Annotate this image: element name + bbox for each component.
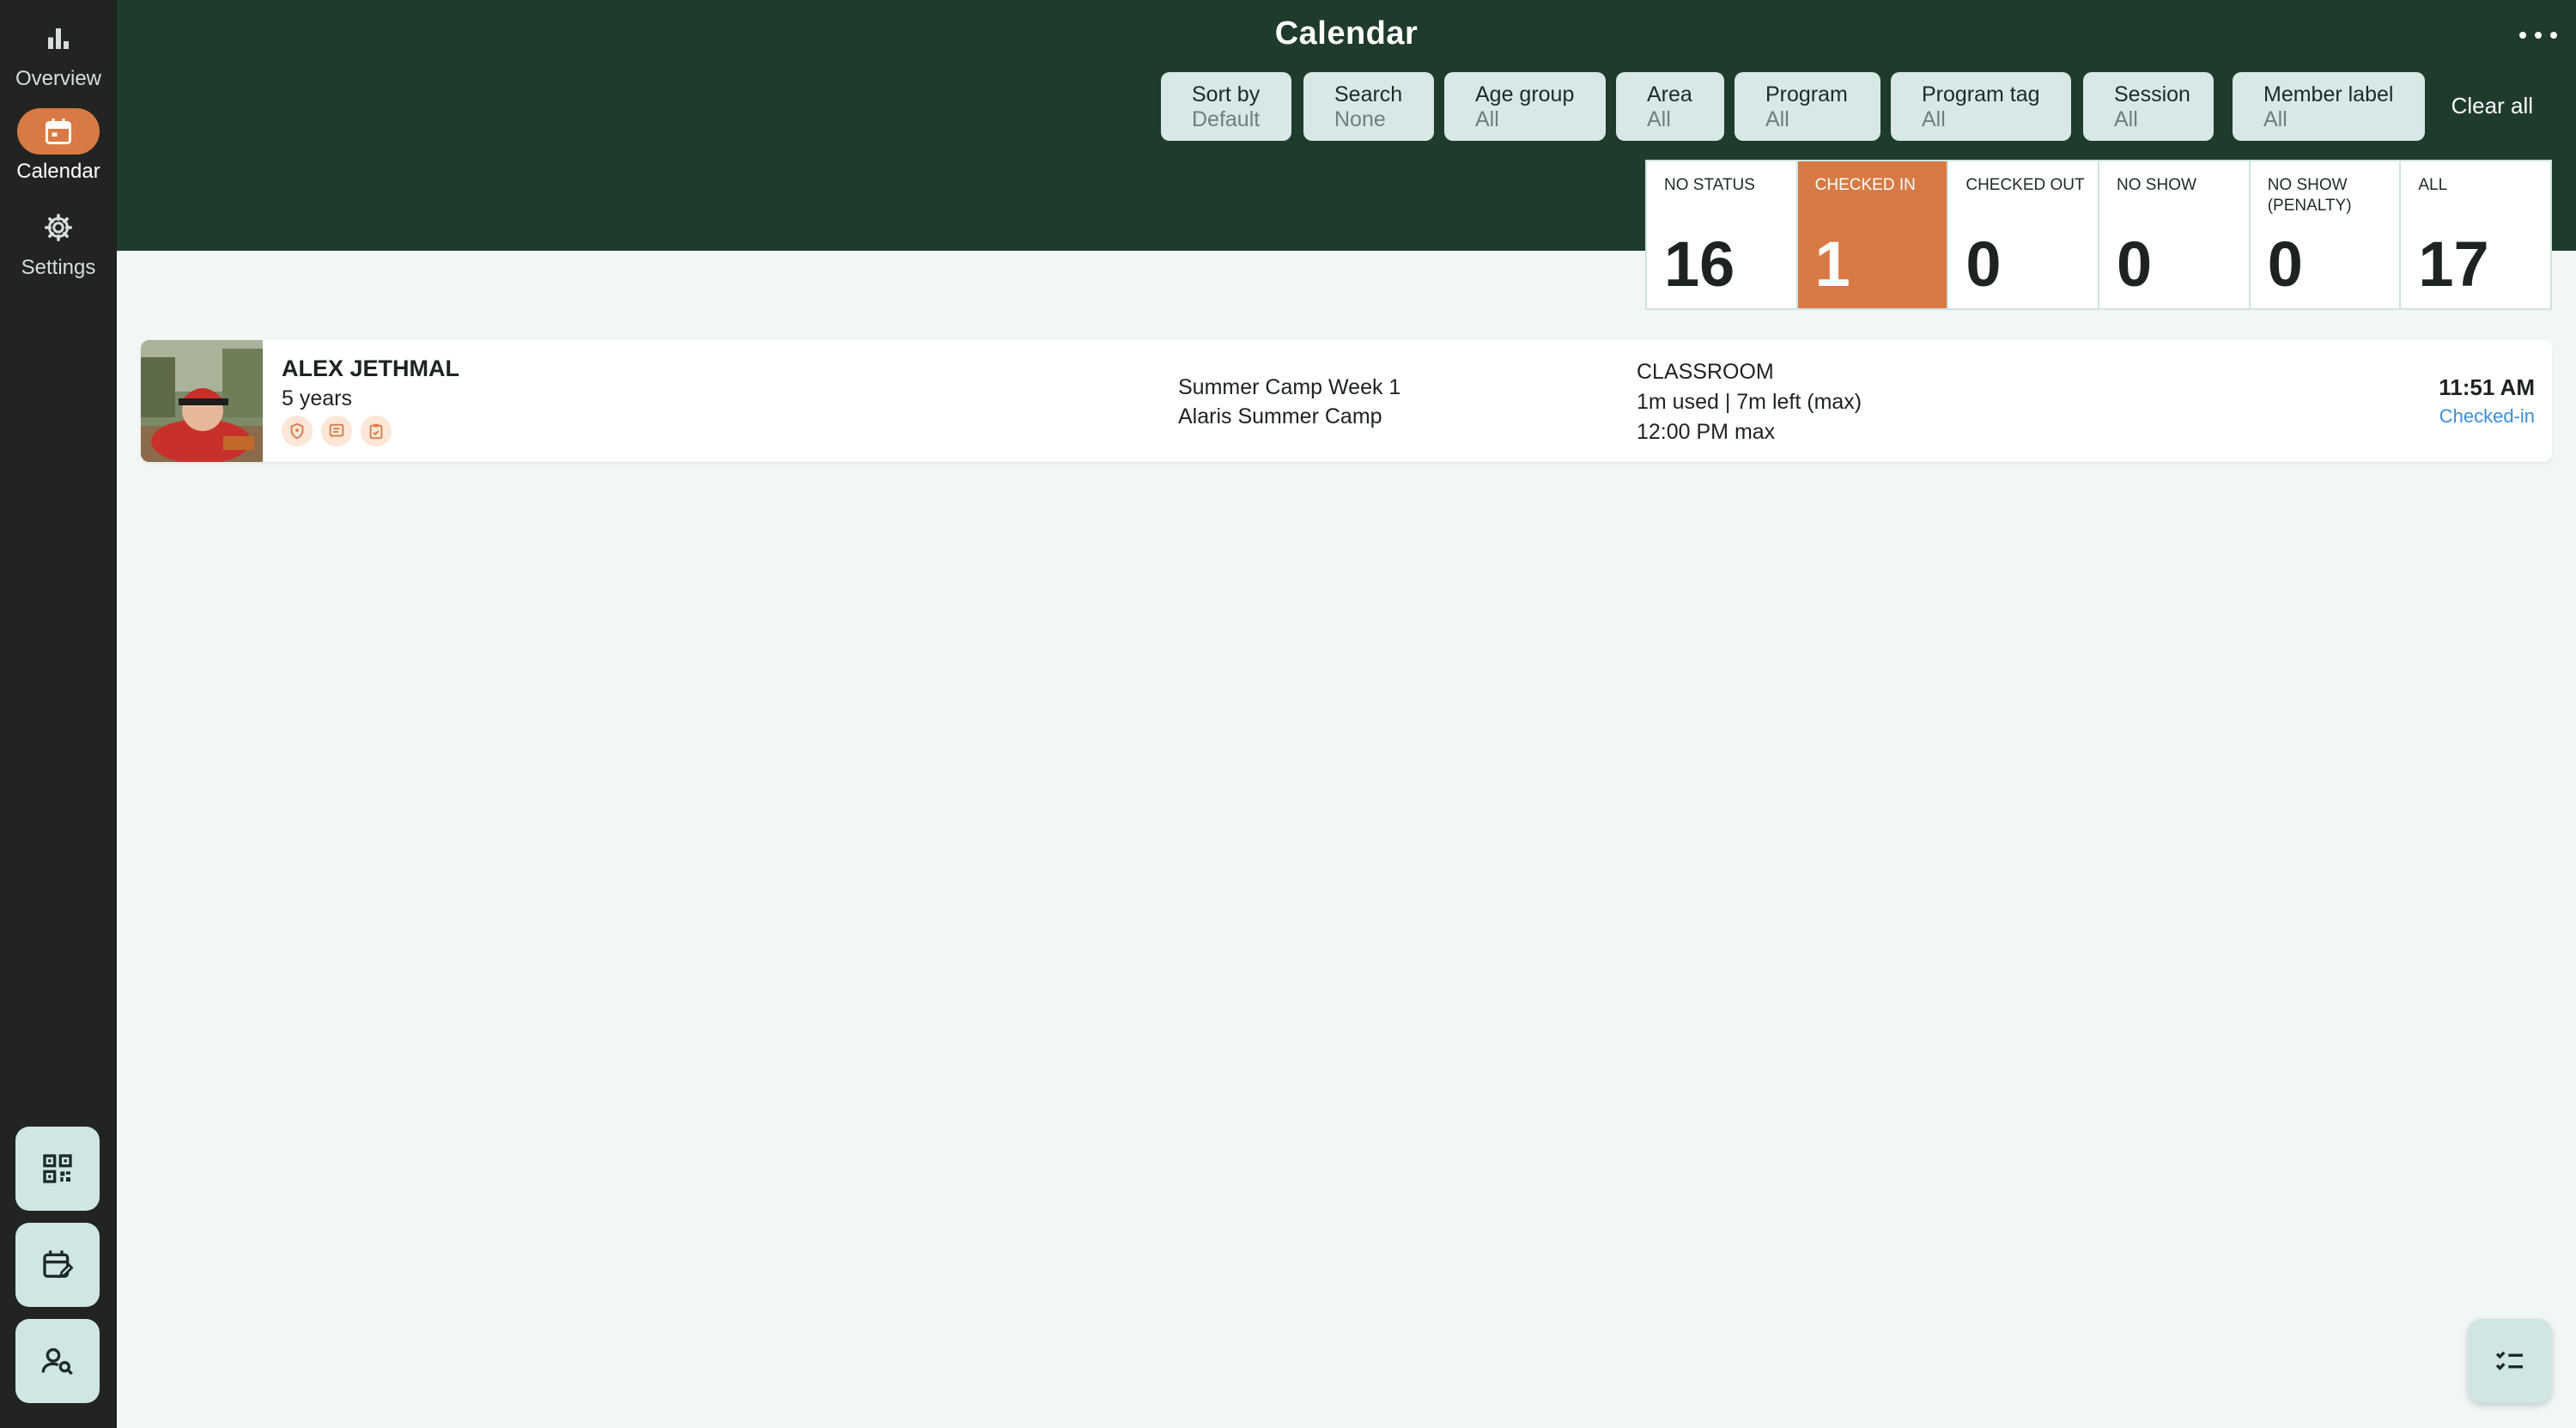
calendar-edit-icon: [43, 1250, 74, 1279]
tile-no-status[interactable]: NO STATUS 16: [1647, 161, 1798, 308]
filter-sort-by[interactable]: Sort by Default: [1161, 72, 1291, 141]
sidebar: Overview Calendar Settings: [0, 0, 117, 1428]
calendar-icon: [17, 108, 100, 155]
tile-checked-out[interactable]: CHECKED OUT 0: [1948, 161, 2100, 308]
list-item[interactable]: ALEX JETHMAL 5 years Summer Camp Week 1 …: [141, 340, 2552, 462]
avatar: [141, 340, 263, 462]
filter-member-label[interactable]: Member label All: [2233, 72, 2425, 141]
checkin-time: 11:51 AM: [2439, 374, 2535, 400]
gear-icon: [17, 204, 100, 251]
qr-scan-button[interactable]: [15, 1127, 100, 1211]
program-info: Summer Camp Week 1 Alaris Summer Camp: [1178, 375, 1401, 428]
member-badges: [282, 416, 392, 447]
sidebar-item-label: Calendar: [16, 160, 100, 183]
status-link[interactable]: Checked-in: [2439, 405, 2535, 428]
sidebar-item-label: Overview: [15, 67, 102, 90]
bar-chart-icon: [17, 15, 100, 62]
note-icon: [321, 416, 352, 447]
sidebar-item-overview[interactable]: Overview: [0, 15, 117, 91]
person-search-button[interactable]: [15, 1319, 100, 1403]
page-title: Calendar: [1274, 15, 1419, 52]
shield-icon: [282, 416, 313, 447]
sidebar-item-settings[interactable]: Settings: [0, 204, 117, 280]
tile-no-show[interactable]: NO SHOW 0: [2099, 161, 2251, 308]
tile-all[interactable]: ALL 17: [2401, 161, 2551, 308]
clipboard-check-icon: [361, 416, 392, 447]
qr-code-icon: [43, 1154, 72, 1183]
filter-area[interactable]: Area All: [1616, 72, 1724, 141]
filter-program[interactable]: Program All: [1735, 72, 1880, 141]
sidebar-item-label: Settings: [21, 256, 96, 279]
area-info: CLASSROOM 1m used | 7m left (max) 12:00 …: [1637, 360, 1862, 444]
clear-all-button[interactable]: Clear all: [2451, 93, 2533, 119]
tile-no-show-penalty[interactable]: NO SHOW (PENALTY) 0: [2250, 161, 2402, 308]
tile-checked-in[interactable]: CHECKED IN 1: [1797, 161, 1949, 308]
member-age: 5 years: [282, 386, 352, 410]
status-tiles: NO STATUS 16 CHECKED IN 1 CHECKED OUT 0 …: [1645, 160, 2552, 310]
person-search-icon: [41, 1348, 73, 1376]
filter-session[interactable]: Session All: [2083, 72, 2214, 141]
calendar-edit-button[interactable]: [15, 1223, 100, 1307]
filter-age-group[interactable]: Age group All: [1444, 72, 1606, 141]
checklist-icon: [2495, 1351, 2523, 1370]
filter-program-tag[interactable]: Program tag All: [1891, 72, 2071, 141]
filter-search[interactable]: Search None: [1303, 72, 1434, 141]
sidebar-item-calendar[interactable]: Calendar: [0, 108, 117, 184]
member-name: ALEX JETHMAL: [282, 355, 460, 381]
checklist-button[interactable]: [2468, 1319, 2552, 1403]
more-options-icon[interactable]: [2519, 22, 2557, 48]
